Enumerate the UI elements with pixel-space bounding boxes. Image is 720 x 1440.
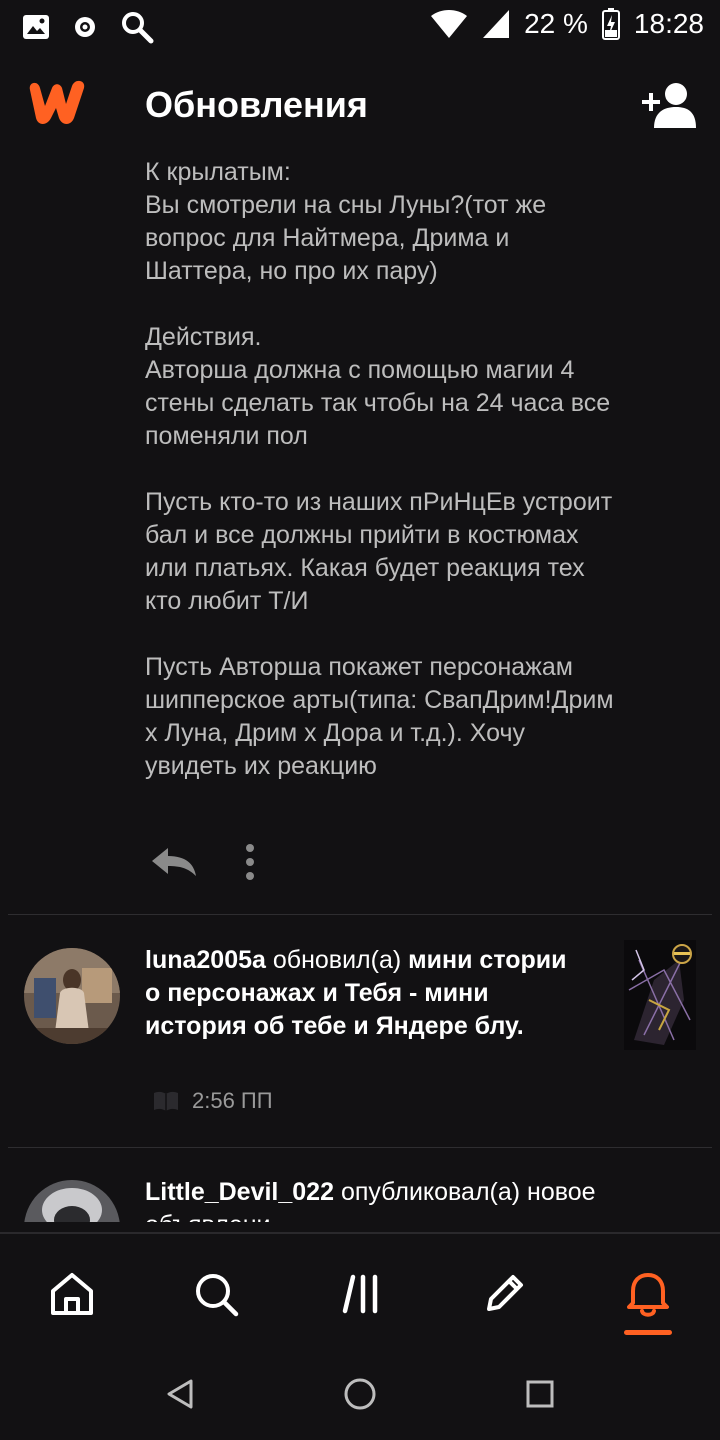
image-notification-icon xyxy=(23,15,49,39)
search-icon xyxy=(196,1274,239,1317)
clock: 18:28 xyxy=(633,8,704,39)
recents-button[interactable] xyxy=(518,1372,562,1416)
update-time: 2:56 ПП xyxy=(192,1088,273,1113)
nav-home[interactable] xyxy=(42,1264,102,1324)
nav-search[interactable] xyxy=(186,1264,246,1324)
update-meta: 2:56 ПП xyxy=(152,1088,273,1114)
avatar[interactable] xyxy=(24,1180,120,1222)
signal-icon xyxy=(483,10,510,38)
more-options-icon[interactable] xyxy=(234,842,266,882)
search-notification-icon xyxy=(122,12,154,44)
nav-library[interactable] xyxy=(332,1264,392,1324)
home-icon xyxy=(51,1273,93,1315)
home-button[interactable] xyxy=(338,1372,382,1416)
update-text[interactable]: luna2005a обновил(а) мини стории о персо… xyxy=(145,944,585,1043)
updates-feed[interactable]: К крылатым: Вы смотрели на сны Луны?(тот… xyxy=(0,160,720,1222)
nav-notifications[interactable] xyxy=(618,1264,678,1324)
nav-write[interactable] xyxy=(474,1264,534,1324)
add-user-icon[interactable] xyxy=(640,80,696,130)
wattpad-logo[interactable] xyxy=(24,78,90,128)
active-tab-indicator xyxy=(624,1330,672,1335)
reply-icon[interactable] xyxy=(150,844,198,880)
page-title: Обновления xyxy=(145,84,368,125)
update-action: обновил(а) xyxy=(265,946,409,974)
bottom-navigation xyxy=(0,1232,720,1350)
library-icon xyxy=(342,1274,378,1314)
back-button[interactable] xyxy=(158,1372,202,1416)
username[interactable]: Little_Devil_022 xyxy=(145,1178,334,1206)
home-circle-icon xyxy=(344,1378,376,1410)
recents-icon xyxy=(526,1380,554,1408)
divider xyxy=(8,1147,712,1148)
story-cover[interactable] xyxy=(624,940,696,1050)
record-notification-icon xyxy=(75,17,95,37)
update-text[interactable]: Little_Devil_022 опубликовал(а) новое об… xyxy=(145,1176,665,1222)
notifications-icon xyxy=(627,1273,669,1317)
system-navigation xyxy=(0,1350,720,1440)
wifi-icon xyxy=(431,10,468,38)
username[interactable]: luna2005a xyxy=(145,946,266,974)
message-body: К крылатым: Вы смотрели на сны Луны?(тот… xyxy=(145,160,614,780)
battery-percent: 22 % xyxy=(524,8,588,39)
back-icon xyxy=(167,1379,193,1409)
write-icon xyxy=(487,1275,523,1311)
avatar[interactable] xyxy=(24,948,120,1044)
status-bar: 22 % 18:28 xyxy=(0,0,720,52)
book-icon xyxy=(154,1091,178,1111)
app-bar: Обновления xyxy=(0,52,720,160)
battery-charging-icon xyxy=(601,8,620,40)
divider xyxy=(8,914,712,915)
